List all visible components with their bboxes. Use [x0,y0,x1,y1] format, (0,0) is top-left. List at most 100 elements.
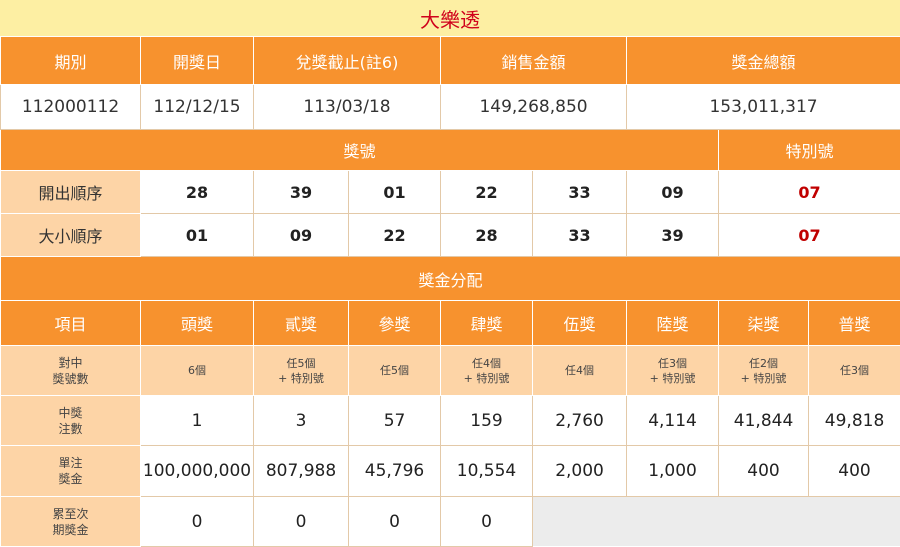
winner-count: 41,844 [719,396,809,446]
prize-amount: 1,000 [627,446,719,497]
match-line: 任3個 [627,356,718,371]
amount-label: 單注 獎金 [1,446,141,497]
winning-numbers-header: 獎號 [1,130,719,171]
match-line: 6個 [141,363,253,378]
match-condition: 任3個+ 特別號 [627,346,719,396]
sorted-number: 01 [141,214,254,257]
prize-name: 頭獎 [141,301,254,346]
draw-date-header: 開獎日 [141,37,254,85]
special-number: 07 [719,214,900,257]
amount-label-line: 單注 [1,455,140,471]
match-condition: 任4個+ 特別號 [441,346,533,396]
prize-amount: 400 [809,446,900,497]
winner-count: 3 [254,396,349,446]
winners-label: 中獎 注數 [1,396,141,446]
prize-header-row: 獎金分配 [1,257,900,301]
amount-label-line: 獎金 [1,471,140,487]
rollover-amount: 0 [349,497,441,547]
match-label: 對中 獎號數 [1,346,141,396]
draw-number: 39 [254,171,349,214]
match-condition: 任5個+ 特別號 [254,346,349,396]
claim-deadline-value: 113/03/18 [254,85,441,130]
period-header: 期別 [1,37,141,85]
draw-order-label: 開出順序 [1,171,141,214]
prize-amount: 100,000,000 [141,446,254,497]
prize-amount: 807,988 [254,446,349,497]
winner-count: 4,114 [627,396,719,446]
prize-name: 肆獎 [441,301,533,346]
prize-names-row: 項目 頭獎 貳獎 參獎 肆獎 伍獎 陸獎 柒獎 普獎 [1,301,900,346]
special-number: 07 [719,171,900,214]
size-order-label: 大小順序 [1,214,141,257]
summary-header-row: 期別 開獎日 兌獎截止(註6) 銷售金額 獎金總額 [1,37,900,85]
match-line: 任3個 [809,363,900,378]
prize-name: 陸獎 [627,301,719,346]
match-line: + 特別號 [441,371,532,386]
rollover-label-line: 期獎金 [1,522,140,538]
prize-name: 伍獎 [533,301,627,346]
match-condition: 任3個 [809,346,900,396]
match-label-line: 對中 [1,355,140,371]
lottery-results-table: 期別 開獎日 兌獎截止(註6) 銷售金額 獎金總額 112000112 112/… [0,36,900,547]
prize-amount: 10,554 [441,446,533,497]
match-line: 任4個 [533,363,626,378]
draw-order-row: 開出順序 28 39 01 22 33 09 07 [1,171,900,214]
draw-number: 22 [441,171,533,214]
sorted-number: 28 [441,214,533,257]
sales-amount-value: 149,268,850 [441,85,627,130]
match-row: 對中 獎號數 6個 任5個+ 特別號 任5個 任4個+ 特別號 任4個 任3個+… [1,346,900,396]
size-order-row: 大小順序 01 09 22 28 33 39 07 [1,214,900,257]
match-line: 任4個 [441,356,532,371]
prize-amount: 2,000 [533,446,627,497]
prize-name: 參獎 [349,301,441,346]
draw-number: 09 [627,171,719,214]
sorted-number: 22 [349,214,441,257]
match-condition: 任4個 [533,346,627,396]
prize-amount: 45,796 [349,446,441,497]
numbers-header-row: 獎號 特別號 [1,130,900,171]
claim-deadline-header: 兌獎截止(註6) [254,37,441,85]
match-line: + 特別號 [719,371,808,386]
prize-name: 柒獎 [719,301,809,346]
winner-count: 49,818 [809,396,900,446]
match-label-line: 獎號數 [1,371,140,387]
match-line: 任5個 [254,356,348,371]
match-condition: 6個 [141,346,254,396]
special-number-header: 特別號 [719,130,900,171]
draw-number: 28 [141,171,254,214]
period-value: 112000112 [1,85,141,130]
sorted-number: 09 [254,214,349,257]
winner-count: 159 [441,396,533,446]
match-condition: 任2個+ 特別號 [719,346,809,396]
total-prize-value: 153,011,317 [627,85,900,130]
prize-amount: 400 [719,446,809,497]
sorted-number: 33 [533,214,627,257]
match-line: 任2個 [719,356,808,371]
amount-row: 單注 獎金 100,000,000 807,988 45,796 10,554 … [1,446,900,497]
item-label: 項目 [1,301,141,346]
match-condition: 任5個 [349,346,441,396]
winner-count: 2,760 [533,396,627,446]
winner-count: 1 [141,396,254,446]
draw-number: 01 [349,171,441,214]
page-title: 大樂透 [0,0,900,36]
rollover-amount: 0 [141,497,254,547]
empty-cell [533,497,900,547]
rollover-amount: 0 [441,497,533,547]
winner-count: 57 [349,396,441,446]
rollover-amount: 0 [254,497,349,547]
match-line: + 特別號 [627,371,718,386]
sorted-number: 39 [627,214,719,257]
draw-number: 33 [533,171,627,214]
summary-value-row: 112000112 112/12/15 113/03/18 149,268,85… [1,85,900,130]
rollover-label: 累至次 期獎金 [1,497,141,547]
draw-date-value: 112/12/15 [141,85,254,130]
winners-label-line: 中獎 [1,405,140,421]
rollover-row: 累至次 期獎金 0 0 0 0 [1,497,900,547]
rollover-label-line: 累至次 [1,506,140,522]
prize-name: 貳獎 [254,301,349,346]
prize-distribution-header: 獎金分配 [1,257,900,301]
match-line: + 特別號 [254,371,348,386]
winners-label-line: 注數 [1,421,140,437]
total-prize-header: 獎金總額 [627,37,900,85]
